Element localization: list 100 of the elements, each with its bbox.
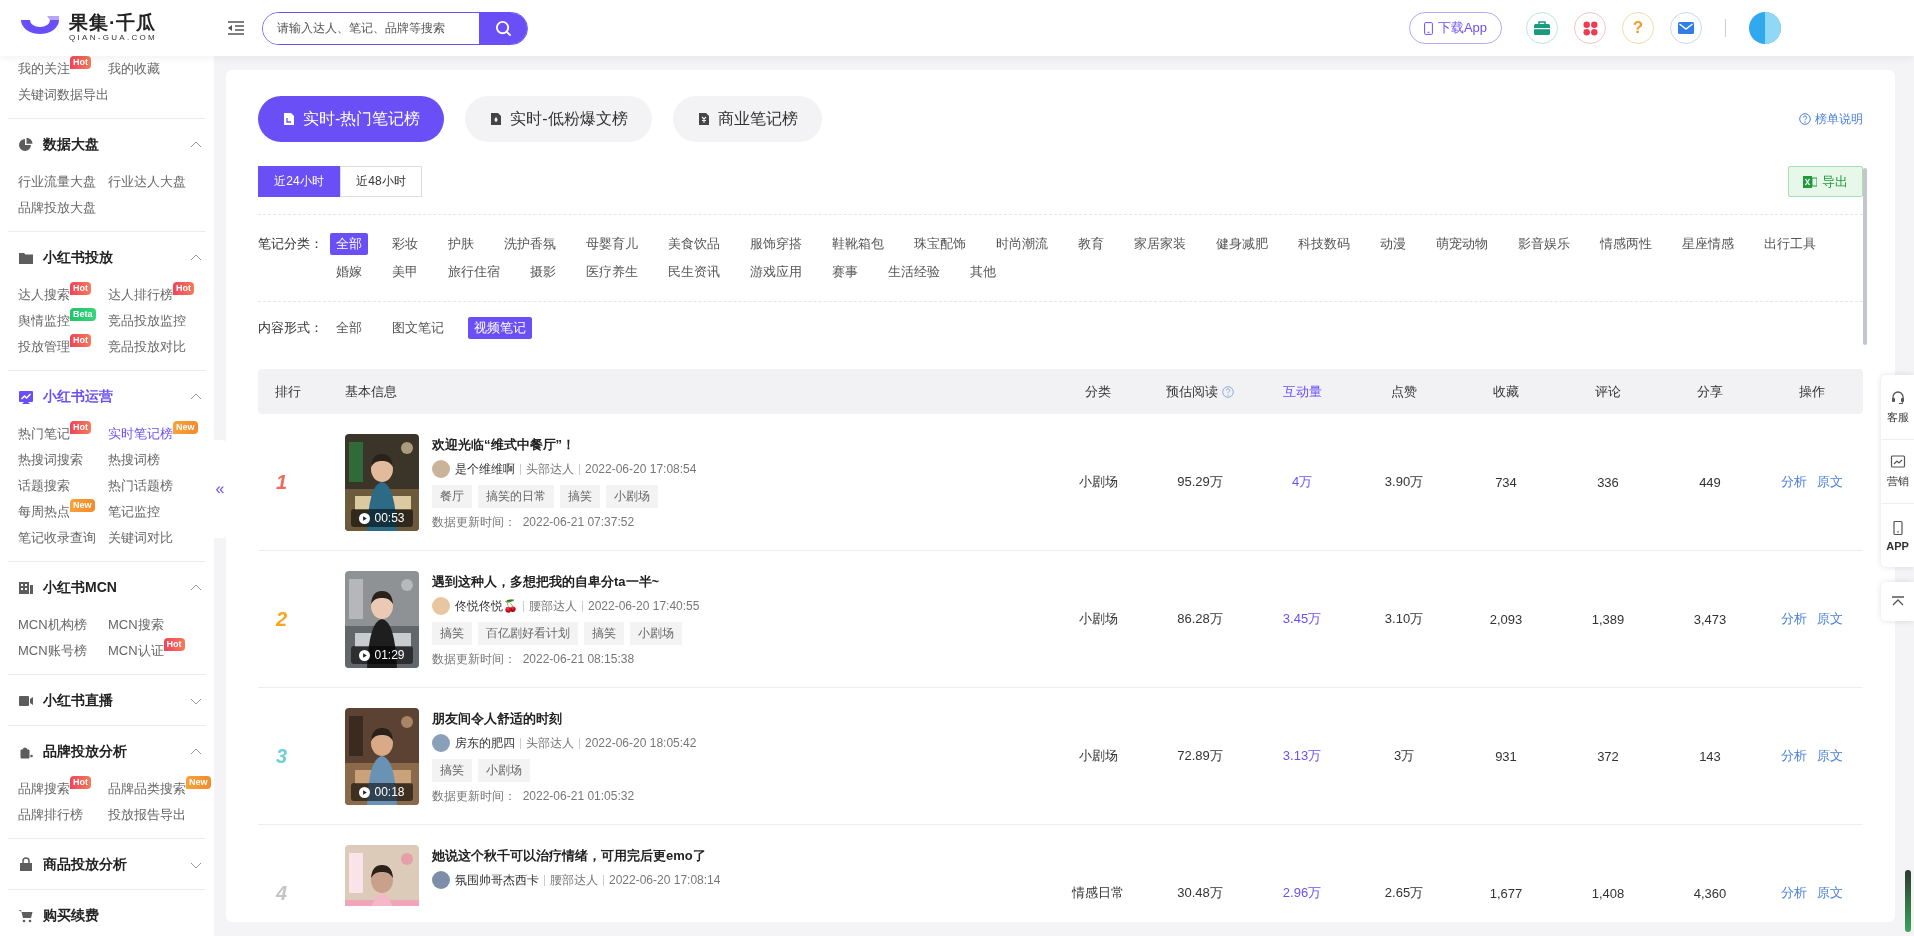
author-name[interactable]: 佟悦佟悦🍒 [455, 597, 518, 615]
section-title[interactable]: 小红书直播 [43, 692, 113, 710]
sidebar-link[interactable]: 关键词数据导出 [18, 86, 109, 104]
category-option[interactable]: 洗护香氛 [498, 233, 562, 255]
action-link[interactable]: 分析 [1781, 747, 1807, 765]
sidebar-link[interactable]: MCN搜索 [108, 616, 164, 634]
float-panel-item[interactable]: 营销 [1881, 439, 1914, 503]
sidebar-link[interactable]: 每周热点 [18, 503, 70, 521]
sidebar-link[interactable]: MCN认证 [108, 642, 164, 660]
briefcase-button[interactable] [1526, 12, 1558, 44]
format-option[interactable]: 全部 [330, 317, 368, 339]
category-option[interactable]: 健身减肥 [1210, 233, 1274, 255]
category-option[interactable]: 母婴育儿 [580, 233, 644, 255]
column-header[interactable]: 预估阅读 [1149, 382, 1251, 401]
section-title[interactable]: 小红书运营 [43, 388, 113, 406]
logo-title[interactable]: 果集·千瓜 [69, 13, 158, 33]
category-option[interactable]: 摄影 [524, 261, 562, 283]
sidebar-link[interactable]: 我的关注 [18, 60, 70, 78]
section-title[interactable]: 数据大盘 [43, 136, 99, 154]
float-panel-item[interactable]: 客服 [1881, 375, 1914, 439]
avatar[interactable] [1749, 12, 1781, 44]
help-link[interactable]: 榜单说明 [1815, 110, 1863, 128]
mail-button[interactable] [1670, 12, 1702, 44]
author-name[interactable]: 氛围帅哥杰西卡 [455, 871, 539, 889]
sidebar-link[interactable]: MCN账号榜 [18, 642, 87, 660]
category-option[interactable]: 教育 [1072, 233, 1110, 255]
section-title[interactable]: 购买续费 [43, 907, 99, 925]
tab[interactable]: 实时-低粉爆文榜 [465, 96, 652, 142]
tab[interactable]: 实时-热门笔记榜 [258, 96, 445, 142]
category-option[interactable]: 动漫 [1374, 233, 1412, 255]
time-range-toggle[interactable]: 近24小时 [258, 166, 340, 197]
column-header[interactable]: 分享 [1659, 382, 1761, 401]
sidebar-link[interactable]: 笔记监控 [108, 503, 160, 521]
category-option[interactable]: 其他 [964, 261, 1002, 283]
category-option[interactable]: 旅行住宿 [442, 261, 506, 283]
section-title[interactable]: 小红书投放 [43, 249, 113, 267]
apps-button[interactable] [1574, 12, 1606, 44]
column-header[interactable]: 收藏 [1455, 382, 1557, 401]
format-option[interactable]: 视频笔记 [468, 317, 532, 339]
help-icon[interactable] [1222, 385, 1234, 398]
sidebar-link[interactable]: 热搜词榜 [108, 451, 160, 469]
sidebar-link[interactable]: 笔记收录查询 [18, 529, 96, 547]
column-header[interactable]: 操作 [1761, 382, 1863, 401]
category-option[interactable]: 珠宝配饰 [908, 233, 972, 255]
sidebar-link[interactable]: 行业流量大盘 [18, 173, 96, 191]
category-option[interactable]: 美甲 [386, 261, 424, 283]
action-link[interactable]: 原文 [1817, 610, 1843, 628]
category-option[interactable]: 彩妆 [386, 233, 424, 255]
sidebar-link[interactable]: 热搜词搜索 [18, 451, 83, 469]
column-header[interactable]: 基本信息 [343, 382, 1047, 401]
sidebar-link[interactable]: 品牌投放大盘 [18, 199, 96, 217]
category-option[interactable]: 时尚潮流 [990, 233, 1054, 255]
sidebar-link[interactable]: 话题搜索 [18, 477, 70, 495]
action-link[interactable]: 原文 [1817, 473, 1843, 491]
category-option[interactable]: 萌宠动物 [1430, 233, 1494, 255]
action-link[interactable]: 分析 [1781, 884, 1807, 902]
category-option[interactable]: 生活经验 [882, 261, 946, 283]
note-title[interactable]: 朋友间令人舒适的时刻 [432, 709, 697, 729]
category-option[interactable]: 影音娱乐 [1512, 233, 1576, 255]
category-option[interactable]: 全部 [330, 233, 368, 255]
sidebar-link[interactable]: 实时笔记榜 [108, 425, 173, 443]
sidebar-link[interactable]: 达人排行榜 [108, 286, 173, 304]
category-option[interactable]: 赛事 [826, 261, 864, 283]
author-name[interactable]: 房东的肥四 [455, 734, 515, 752]
category-option[interactable]: 美食饮品 [662, 233, 726, 255]
sidebar-link[interactable]: 品牌品类搜索 [108, 780, 186, 798]
category-option[interactable]: 星座情感 [1676, 233, 1740, 255]
note-title[interactable]: 她说这个秋千可以治疗情绪，可用完后更emo了 [432, 846, 721, 866]
sidebar-link[interactable]: 达人搜索 [18, 286, 70, 304]
sidebar-link[interactable]: 竞品投放对比 [108, 338, 186, 356]
sidebar-link[interactable]: 品牌排行榜 [18, 806, 83, 824]
action-link[interactable]: 分析 [1781, 610, 1807, 628]
sidebar-link[interactable]: 热门笔记 [18, 425, 70, 443]
tab[interactable]: 商业笔记榜 [672, 96, 822, 142]
section-title[interactable]: 商品投放分析 [43, 856, 127, 874]
section-title[interactable]: 小红书MCN [43, 579, 117, 597]
sidebar-link[interactable]: 品牌搜索 [18, 780, 70, 798]
column-header[interactable]: 排行 [258, 382, 343, 401]
note-title[interactable]: 欢迎光临“维式中餐厅”！ [432, 435, 697, 455]
time-range-toggle[interactable]: 近48小时 [340, 166, 422, 197]
sidebar-link[interactable]: 投放报告导出 [108, 806, 186, 824]
sidebar-link[interactable]: 行业达人大盘 [108, 173, 186, 191]
search-button[interactable] [479, 12, 527, 44]
sidebar-link[interactable]: 我的收藏 [108, 60, 160, 78]
sidebar-link[interactable]: 投放管理 [18, 338, 70, 356]
sidebar-link[interactable]: 竞品投放监控 [108, 312, 186, 330]
category-option[interactable]: 出行工具 [1758, 233, 1822, 255]
column-header[interactable]: 评论 [1557, 382, 1659, 401]
format-option[interactable]: 图文笔记 [386, 317, 450, 339]
column-header[interactable]: 点赞 [1353, 382, 1455, 401]
category-option[interactable]: 服饰穿搭 [744, 233, 808, 255]
category-option[interactable]: 家居家装 [1128, 233, 1192, 255]
menu-icon[interactable] [227, 20, 245, 36]
sidebar-link[interactable]: 热门话题榜 [108, 477, 173, 495]
category-option[interactable]: 护肤 [442, 233, 480, 255]
category-option[interactable]: 鞋靴箱包 [826, 233, 890, 255]
author-name[interactable]: 是个维维啊 [455, 460, 515, 478]
sidebar-link[interactable]: 舆情监控 [18, 312, 70, 330]
back-to-top-button[interactable] [1881, 582, 1914, 621]
column-header[interactable]: 分类 [1047, 382, 1149, 401]
